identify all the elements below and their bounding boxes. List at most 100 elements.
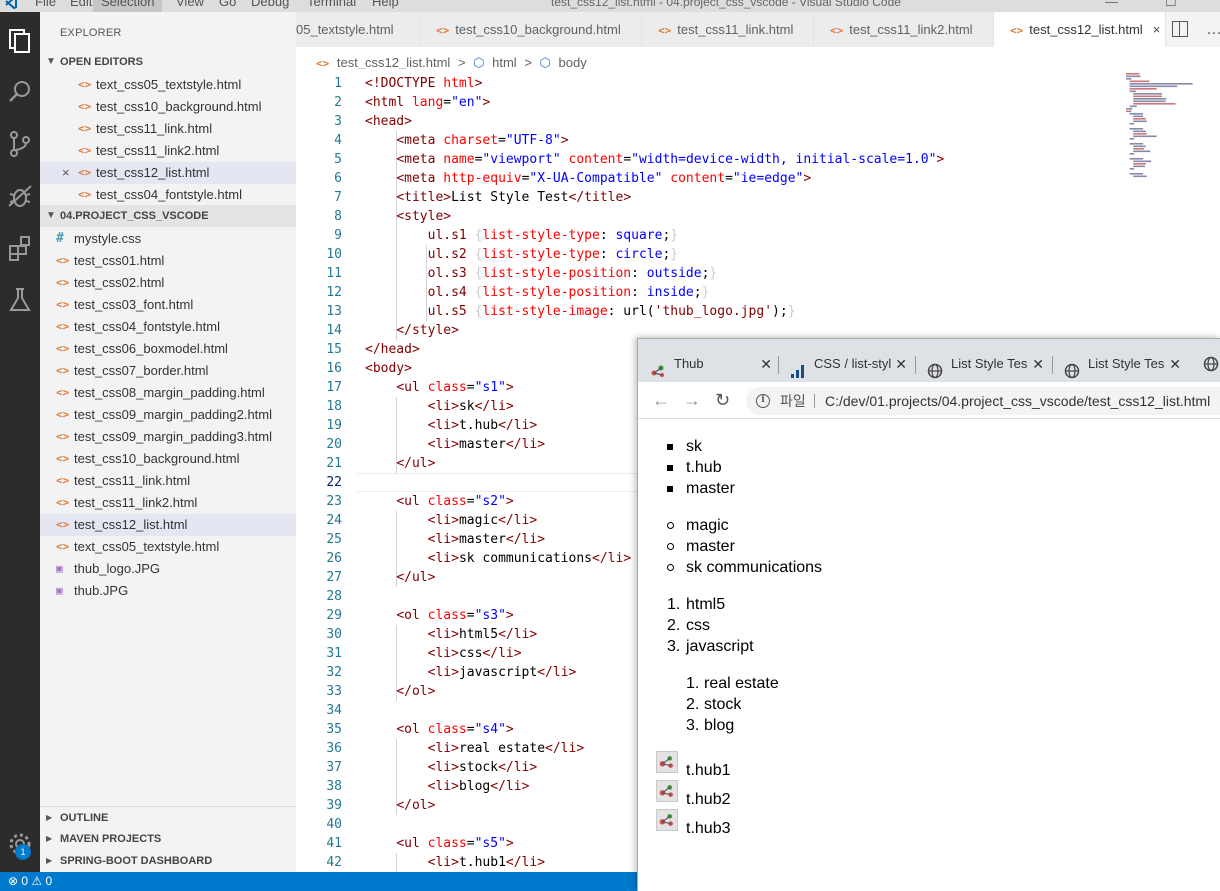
menu-help[interactable]: Help: [372, 0, 399, 9]
open-editors-section[interactable]: ▼ OPEN EDITORS: [40, 51, 296, 73]
menu-terminal[interactable]: Terminal: [307, 0, 356, 9]
editor-tab[interactable]: <> test_css12_list.html ×: [994, 12, 1166, 47]
minimap-line: [1126, 78, 1132, 80]
search-icon[interactable]: [4, 76, 36, 108]
file-item[interactable]: <> test_css09_margin_padding2.html: [40, 404, 296, 426]
outside-list-item: html5: [686, 596, 726, 613]
line-number: 42: [326, 855, 342, 870]
menu-view[interactable]: View: [176, 0, 204, 9]
section-label: MAVEN PROJECTS: [60, 833, 162, 845]
code-line: <li>t.hub</li>: [427, 418, 538, 433]
editor-tab[interactable]: <> test_css11_link.html: [642, 12, 814, 47]
file-label: test_css04_fontstyle.html: [74, 319, 220, 334]
browser-tab[interactable]: List Style Tes ✕: [1052, 346, 1189, 382]
debug-icon[interactable]: [4, 180, 36, 212]
minimap[interactable]: [1122, 73, 1210, 183]
line-number: 24: [326, 513, 342, 528]
open-editor-item[interactable]: <> test_css10_background.html: [40, 96, 296, 118]
browser-window: Thub ✕ CSS / list-styl ✕ List Style Tes ✕ List…: [637, 338, 1220, 891]
open-editor-item[interactable]: <> test_css11_link2.html: [40, 140, 296, 162]
browser-tab[interactable]: Thub ✕: [638, 346, 778, 382]
tab-separator: [778, 356, 779, 374]
file-item[interactable]: <> test_css07_border.html: [40, 360, 296, 382]
file-item[interactable]: <> test_css02.html: [40, 272, 296, 294]
title-bar: File Edit Selection View Go Debug Terminal Help…: [0, 0, 1220, 12]
html-file-icon: <>: [78, 78, 92, 91]
panel-section-outline[interactable]: ▶ OUTLINE: [40, 806, 296, 828]
file-item[interactable]: <> test_css06_boxmodel.html: [40, 338, 296, 360]
close-tab-icon[interactable]: ✕: [760, 346, 772, 382]
minimize-button[interactable]: —: [1105, 0, 1118, 9]
file-item[interactable]: # mystyle.css: [40, 228, 296, 250]
forward-arrow-icon[interactable]: →: [683, 388, 701, 412]
close-tab-icon[interactable]: ×: [1153, 22, 1161, 37]
image-file-icon: ▣: [56, 584, 63, 597]
code-line: <meta http-equiv="X-UA-Compatible" conte…: [396, 171, 812, 186]
breadcrumb-html[interactable]: html: [492, 55, 517, 70]
breadcrumb-file[interactable]: test_css12_list.html: [337, 55, 450, 70]
code-line: <ul class="s5">: [396, 836, 514, 851]
breadcrumb-body[interactable]: body: [559, 55, 587, 70]
editor-tab[interactable]: 05_textstyle.html: [296, 12, 420, 47]
browser-tab[interactable]: List Style Tes ✕: [915, 346, 1052, 382]
file-item[interactable]: <> test_css08_margin_padding.html: [40, 382, 296, 404]
open-editor-item[interactable]: <> test_css04_fontstyle.html: [40, 184, 296, 206]
file-item[interactable]: ▣ thub.JPG: [40, 580, 296, 602]
line-number: 14: [326, 323, 342, 338]
open-editor-item[interactable]: <> test_css11_link.html: [40, 118, 296, 140]
open-editor-item[interactable]: × <> test_css12_list.html: [40, 162, 296, 184]
address-bar[interactable]: i 파일 C:/dev/01.projects/04.project_css_v…: [746, 387, 1220, 415]
file-item[interactable]: <> test_css11_link2.html: [40, 492, 296, 514]
list-number: 3.: [667, 638, 681, 655]
image-file-icon: ▣: [56, 562, 63, 575]
file-item[interactable]: <> test_css11_link.html: [40, 470, 296, 492]
close-tab-icon[interactable]: ✕: [895, 346, 907, 382]
file-item[interactable]: <> test_css12_list.html: [40, 514, 296, 536]
file-label: test_css10_background.html: [74, 451, 240, 466]
extensions-icon[interactable]: [4, 232, 36, 264]
test-flask-icon[interactable]: [4, 284, 36, 316]
info-icon[interactable]: i: [756, 394, 770, 408]
file-item[interactable]: <> test_css10_background.html: [40, 448, 296, 470]
element-icon: ⬡: [539, 55, 551, 70]
menu-edit[interactable]: Edit: [70, 0, 92, 9]
project-section[interactable]: ▼ 04.PROJECT_CSS_VSCODE: [40, 205, 296, 227]
back-arrow-icon[interactable]: ←: [652, 388, 670, 412]
line-number: 12: [326, 285, 342, 300]
menu-go[interactable]: Go: [219, 0, 236, 9]
panel-section-spring-boot-dashboard[interactable]: ▶ SPRING-BOOT DASHBOARD: [40, 850, 296, 872]
scheme-label: 파일: [780, 393, 806, 409]
source-control-icon[interactable]: [4, 128, 36, 160]
more-actions-icon[interactable]: …: [1206, 12, 1220, 47]
file-item[interactable]: <> test_css03_font.html: [40, 294, 296, 316]
close-tab-icon[interactable]: ✕: [1169, 346, 1181, 382]
line-number: 9: [334, 228, 342, 243]
browser-tab[interactable]: CSS / list-styl ✕: [778, 346, 915, 382]
reload-icon[interactable]: ↻: [715, 388, 730, 412]
file-item[interactable]: <> text_css05_textstyle.html: [40, 536, 296, 558]
editor-tab[interactable]: <> test_css11_link2.html: [814, 12, 994, 47]
problems-indicator[interactable]: ⊗ 0 ⚠ 0: [8, 872, 52, 891]
file-item[interactable]: ▣ thub_logo.JPG: [40, 558, 296, 580]
editor-tab[interactable]: <> test_css10_background.html: [420, 12, 642, 47]
menu-selection[interactable]: Selection: [93, 0, 163, 12]
breadcrumb: <> test_css12_list.html > ⬡ html > ⬡ bod…: [296, 47, 1220, 70]
explorer-icon[interactable]: [4, 24, 36, 56]
menu-file[interactable]: File: [35, 0, 56, 9]
open-editor-item[interactable]: <> text_css05_textstyle.html: [40, 74, 296, 96]
file-item[interactable]: <> test_css04_fontstyle.html: [40, 316, 296, 338]
line-number: 31: [326, 646, 342, 661]
maximize-button[interactable]: ☐: [1165, 0, 1177, 10]
split-editor-icon[interactable]: [1172, 21, 1188, 37]
panel-section-maven-projects[interactable]: ▶ MAVEN PROJECTS: [40, 828, 296, 850]
close-tab-icon[interactable]: ✕: [1032, 346, 1044, 382]
url-text[interactable]: C:/dev/01.projects/04.project_css_vscode…: [825, 387, 1210, 415]
close-icon[interactable]: ×: [62, 162, 70, 184]
file-item[interactable]: <> test_css01.html: [40, 250, 296, 272]
file-item[interactable]: <> test_css09_margin_padding3.html: [40, 426, 296, 448]
file-label: test_css07_border.html: [74, 363, 209, 378]
html-file-icon: <>: [436, 24, 450, 37]
menu-debug[interactable]: Debug: [251, 0, 289, 9]
chart-icon: [790, 357, 806, 378]
open-editor-label: test_css10_background.html: [96, 99, 262, 114]
